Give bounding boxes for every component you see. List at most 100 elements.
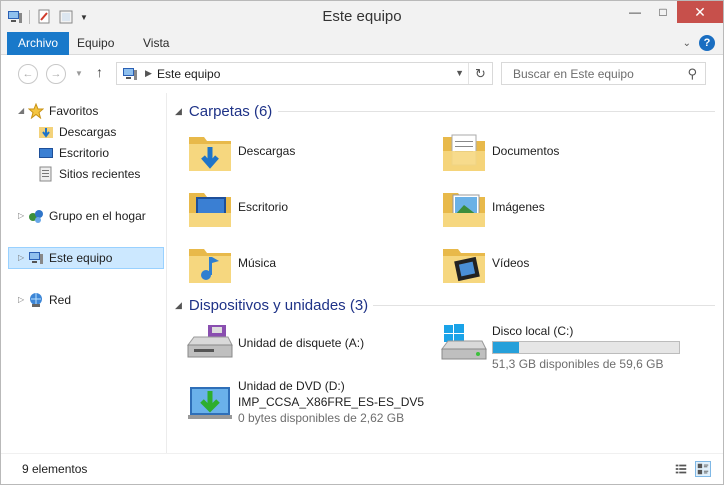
nav-item-escritorio[interactable]: Escritorio [1, 143, 166, 163]
folder-descargas[interactable]: Descargas [186, 127, 426, 177]
nav-item-sitios-recientes[interactable]: Sitios recientes [1, 164, 166, 184]
window-title: Este equipo [322, 8, 402, 25]
nav-item-label: Favoritos [49, 104, 99, 118]
folder-imagenes[interactable]: Imágenes [440, 183, 680, 233]
drive-usage-bar [492, 341, 680, 354]
folder-documentos[interactable]: Documentos [440, 127, 680, 177]
help-icon[interactable]: ? [699, 35, 715, 51]
collapsed-arrow-icon[interactable]: ▷ [18, 248, 24, 268]
folder-name: Documentos [492, 144, 560, 158]
folders-group-header[interactable]: ◢ Carpetas (6) [175, 101, 715, 121]
music-folder-icon [189, 249, 231, 283]
up-arrow-icon[interactable]: ↑ [96, 64, 103, 80]
close-button[interactable]: ✕ [677, 1, 723, 23]
drive-name: Disco local (C:) [492, 324, 574, 338]
windows-drive-icon [441, 324, 487, 360]
collapsed-arrow-icon[interactable]: ▷ [18, 206, 24, 226]
recent-places-icon [39, 166, 52, 182]
downloads-folder-icon [189, 137, 231, 171]
nav-item-red[interactable]: ▷ Red [1, 290, 166, 310]
back-button[interactable]: ← [18, 64, 38, 84]
nav-item-label: Descargas [59, 125, 117, 139]
search-icon[interactable]: ⚲ [687, 66, 697, 82]
nav-item-este-equipo[interactable]: ▷ Este equipo [8, 247, 164, 269]
tiles-view-icon[interactable] [695, 461, 711, 477]
folder-videos[interactable]: Vídeos [440, 239, 680, 289]
drive-space-text: 51,3 GB disponibles de 59,6 GB [492, 357, 664, 371]
videos-folder-icon [443, 249, 485, 283]
folder-name: Imágenes [492, 200, 545, 214]
address-dropdown-icon[interactable]: ▼ [455, 68, 464, 78]
tab-archivo[interactable]: Archivo [7, 32, 70, 55]
breadcrumb-chevron-icon[interactable]: ▶ [145, 68, 152, 79]
drive-dvd-d[interactable]: Unidad de DVD (D:) IMP_CCSA_X86FRE_ES-ES… [186, 379, 446, 429]
folder-name: Descargas [238, 144, 296, 158]
drive-local-c[interactable]: Disco local (C:) 51,3 GB disponibles de … [440, 323, 690, 371]
dvd-drive-icon [188, 387, 232, 419]
drive-name: Unidad de disquete (A:) [238, 336, 365, 350]
group-title: Carpetas (6) [188, 102, 273, 120]
collapse-group-icon[interactable]: ◢ [175, 106, 182, 117]
details-view-icon[interactable] [673, 461, 689, 477]
star-icon [28, 103, 44, 119]
search-box[interactable]: Buscar en Este equipo ⚲ [501, 62, 706, 85]
minimize-button[interactable]: — [621, 1, 649, 23]
nav-item-label: Grupo en el hogar [49, 209, 146, 223]
item-count: 9 elementos [22, 462, 88, 476]
computer-icon [123, 68, 137, 80]
window-controls: — □ ✕ [621, 1, 723, 23]
group-title: Dispositivos y unidades (3) [188, 296, 369, 314]
nav-item-grupo-hogar[interactable]: ▷ Grupo en el hogar [1, 206, 166, 226]
refresh-button[interactable]: ↻ [468, 63, 492, 84]
nav-item-label: Red [49, 293, 72, 307]
recent-locations-icon[interactable]: ▼ [75, 69, 83, 78]
dvd-volume-label: IMP_CCSA_X86FRE_ES-ES_DV5 [238, 395, 425, 409]
ribbon-tabs: Archivo Equipo Vista ⌄ ? [1, 32, 723, 55]
forward-button[interactable]: → [46, 64, 66, 84]
floppy-drive-icon [187, 325, 233, 358]
homegroup-icon [29, 210, 43, 223]
view-switcher [673, 461, 711, 477]
nav-item-label: Este equipo [49, 251, 113, 265]
downloads-folder-icon [39, 127, 53, 138]
group-divider [373, 305, 715, 306]
breadcrumb[interactable]: Este equipo [157, 67, 220, 81]
drive-name: Unidad de DVD (D:) [238, 379, 345, 393]
navigation-bar: ← → ▼ ↑ ▶ Este equipo ▼ ↻ Buscar en Este… [1, 56, 723, 92]
desktop-icon [39, 148, 53, 158]
expanded-arrow-icon[interactable]: ◢ [18, 101, 24, 121]
drive-space-text: 0 bytes disponibles de 2,62 GB [238, 411, 405, 425]
drive-usage-fill [493, 342, 520, 353]
nav-item-favoritos[interactable]: ◢ Favoritos [1, 101, 166, 121]
devices-group-header[interactable]: ◢ Dispositivos y unidades (3) [175, 295, 715, 315]
tab-equipo[interactable]: Equipo [66, 32, 125, 55]
drive-floppy[interactable]: Unidad de disquete (A:) [186, 323, 426, 363]
ribbon-right-controls: ⌄ ? [683, 35, 715, 51]
tab-vista[interactable]: Vista [132, 32, 180, 55]
folder-musica[interactable]: Música [186, 239, 426, 289]
collapsed-arrow-icon[interactable]: ▷ [18, 290, 24, 310]
nav-item-descargas[interactable]: Descargas [1, 122, 166, 142]
pictures-folder-icon [443, 193, 485, 227]
network-icon [30, 293, 42, 307]
desktop-folder-icon [189, 193, 231, 227]
folder-escritorio[interactable]: Escritorio [186, 183, 426, 233]
computer-icon [29, 252, 43, 264]
nav-item-label: Sitios recientes [59, 167, 141, 181]
folder-name: Música [238, 256, 277, 270]
group-divider [278, 111, 715, 112]
title-bar: ▼ Este equipo — □ ✕ [1, 1, 723, 32]
explorer-window: ▼ Este equipo — □ ✕ Archivo Equipo Vista… [0, 0, 724, 485]
maximize-button[interactable]: □ [649, 1, 677, 23]
address-bar[interactable]: ▶ Este equipo ▼ ↻ [116, 62, 493, 85]
content-pane: ◢ Carpetas (6) Descargas Documentos Escr… [168, 93, 723, 453]
folder-name: Escritorio [238, 200, 289, 214]
status-bar: 9 elementos [1, 453, 723, 484]
documents-folder-icon [443, 134, 485, 171]
search-input[interactable]: Buscar en Este equipo [513, 67, 634, 81]
folder-name: Vídeos [492, 256, 530, 270]
nav-item-label: Escritorio [59, 146, 110, 160]
expand-ribbon-icon[interactable]: ⌄ [683, 38, 691, 49]
collapse-group-icon[interactable]: ◢ [175, 300, 182, 311]
navigation-pane: ◢ Favoritos Descargas Escritorio Sitios … [1, 93, 167, 453]
